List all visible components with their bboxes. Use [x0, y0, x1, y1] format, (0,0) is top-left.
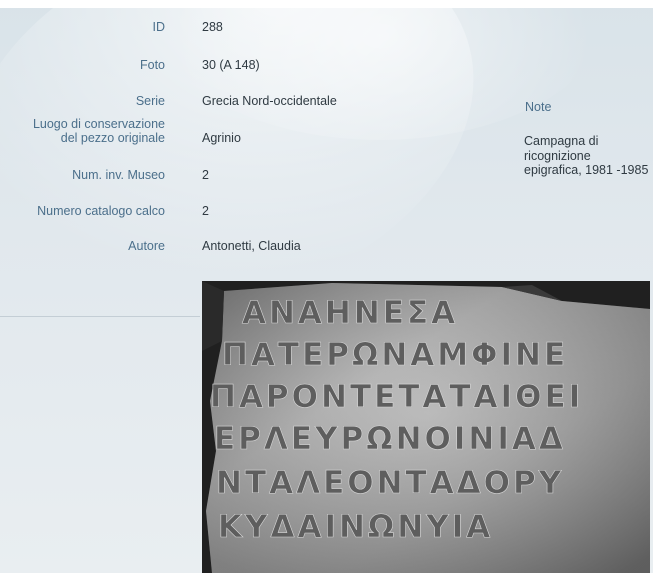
record-page: ID 288 Foto 30 (A 148) Serie Grecia Nord… [0, 0, 653, 573]
field-value-num-inv: 2 [202, 168, 209, 182]
inscription-line-5: ΝΤΑΛΕΟΝΤΑΔΟΡΥ [216, 465, 564, 501]
field-value-luogo: Agrinio [202, 131, 241, 145]
field-label-numero-catalogo: Numero catalogo calco [37, 204, 165, 218]
inscription-line-3: ΠΑΡΟΝΤΕΤΑΤΑΙΘΕΙ [210, 379, 583, 415]
field-value-id: 288 [202, 20, 223, 34]
field-label-luogo: Luogo di conservazione del pezzo origina… [32, 117, 165, 145]
field-label-autore: Autore [128, 239, 165, 253]
top-strip [0, 0, 653, 8]
field-value-foto: 30 (A 148) [202, 58, 260, 72]
section-divider [0, 316, 200, 317]
inscription-photo-image: ΑΝΑΗΝΕΣΑ ΠΑΤΕΡΩΝΑΜΦΙΝΕ ΠΑΡΟΝΤΕΤΑΤΑΙΘΕΙ Ε… [202, 281, 650, 573]
inscription-photo[interactable]: ΑΝΑΗΝΕΣΑ ΠΑΤΕΡΩΝΑΜΦΙΝΕ ΠΑΡΟΝΤΕΤΑΤΑΙΘΕΙ Ε… [202, 281, 650, 573]
field-label-serie: Serie [135, 94, 165, 108]
note-text: Campagna di ricognizione epigrafica, 198… [524, 134, 649, 177]
field-label-foto: Foto [139, 58, 165, 72]
inscription-line-4: ΕΡΛΕΥΡΩΝΟΙΝΙΑΔ [214, 421, 566, 457]
field-value-numero-catalogo: 2 [202, 204, 209, 218]
field-label-num-inv: Num. inv. Museo [72, 168, 165, 182]
field-value-autore: Antonetti, Claudia [202, 239, 301, 253]
inscription-line-6: ΚΥΔΑΙΝΩΝΥΙΑ [218, 509, 493, 545]
note-title: Note [525, 100, 552, 114]
field-label-id: ID [152, 20, 166, 34]
field-value-serie: Grecia Nord-occidentale [202, 94, 337, 108]
inscription-line-1: ΑΝΑΗΝΕΣΑ [242, 295, 458, 331]
inscription-line-2: ΠΑΤΕΡΩΝΑΜΦΙΝΕ [222, 337, 568, 373]
